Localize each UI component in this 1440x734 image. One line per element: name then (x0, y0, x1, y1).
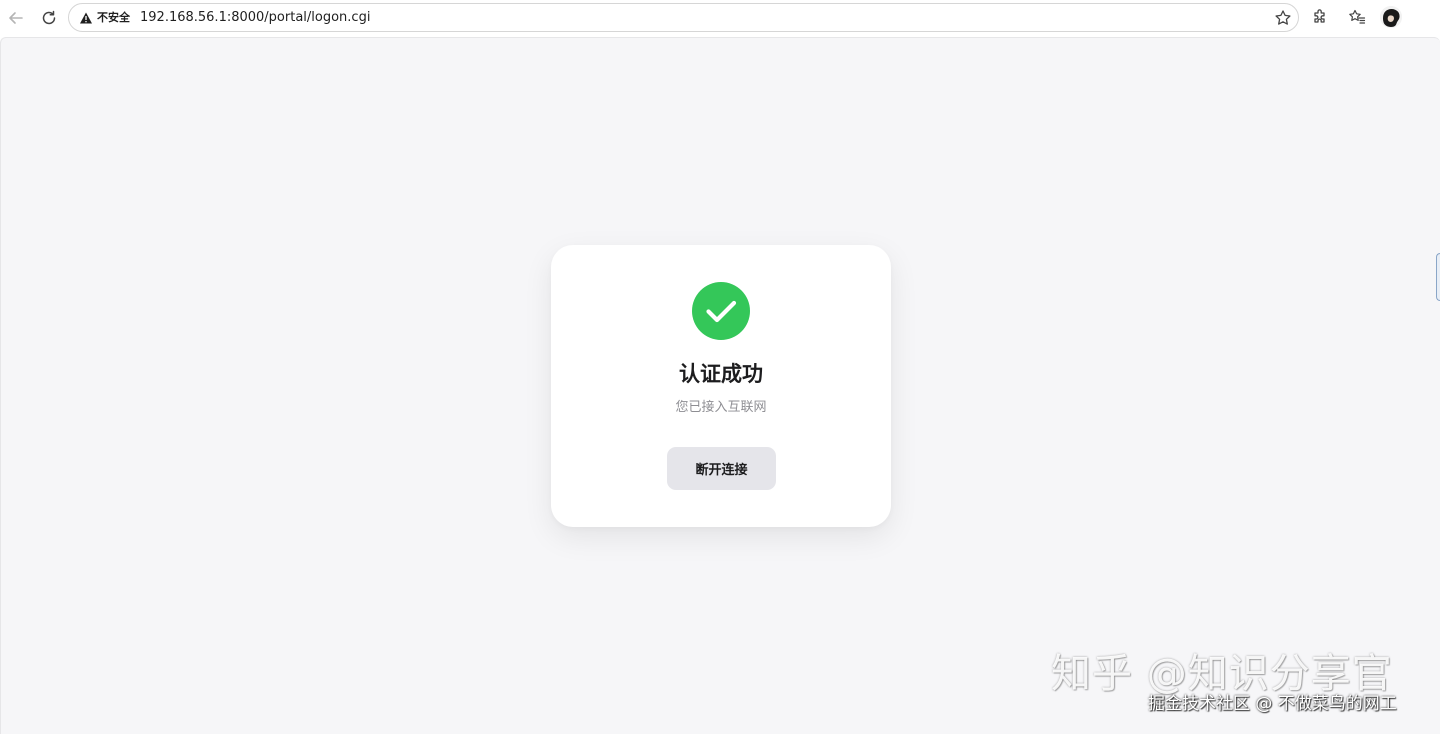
check-circle-icon (692, 282, 750, 340)
page-viewport: 认证成功 您已接入互联网 断开连接 知乎 @知识分享官 (0, 37, 1440, 734)
warning-triangle-icon[interactable] (79, 11, 93, 25)
security-label[interactable]: 不安全 (97, 10, 130, 26)
status-message: 您已接入互联网 (675, 400, 767, 415)
favorites-icon (1349, 9, 1366, 24)
puzzle-icon (1314, 9, 1325, 23)
sidebar-handle[interactable] (1436, 253, 1440, 301)
url-text[interactable]: 192.168.56.1:8000/portal/logon.cgi (140, 9, 370, 27)
watermark-juejin: 掘金技术社区 @ 不做菜鸟的网工 (1148, 694, 1397, 714)
browser-toolbar: 不安全 192.168.56.1:8000/portal/logon.cgi (0, 0, 1440, 36)
watermark-zhihu: 知乎 @知识分享官 (1051, 651, 1393, 697)
back-button[interactable] (4, 6, 28, 30)
profile-avatar-icon (1380, 6, 1402, 28)
star-icon[interactable] (1274, 9, 1292, 27)
page-title: 认证成功 (679, 362, 763, 386)
extensions-button[interactable] (1309, 6, 1331, 28)
disconnect-button[interactable]: 断开连接 (667, 447, 776, 490)
auth-result-card: 认证成功 您已接入互联网 断开连接 (551, 245, 891, 527)
reload-icon (42, 10, 56, 25)
favorites-button[interactable] (1346, 6, 1368, 28)
avatar[interactable] (1380, 6, 1402, 28)
arrow-left-icon (9, 12, 23, 24)
address-bar[interactable]: 不安全 192.168.56.1:8000/portal/logon.cgi (68, 3, 1299, 32)
reload-button[interactable] (37, 6, 61, 30)
